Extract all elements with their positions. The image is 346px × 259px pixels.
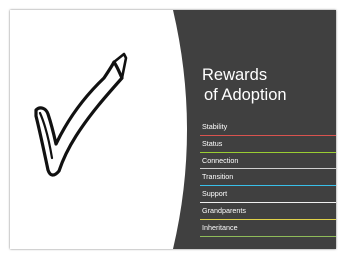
list-item-transition: Transition: [200, 169, 336, 187]
list-item-support: Support: [200, 186, 336, 203]
title-line-1: Rewards: [202, 66, 268, 84]
list-item-grandparents: Grandparents: [200, 203, 336, 220]
slide-title: Rewards of Adoption: [202, 65, 332, 105]
list-item-stability: Stability: [200, 119, 336, 136]
rewards-list: Stability Status Connection Transition S…: [200, 119, 336, 237]
title-line-2: of Adoption: [204, 86, 287, 104]
slide: Rewards of Adoption Stability Status Con…: [10, 10, 336, 249]
list-item-inheritance: Inheritance: [200, 220, 336, 237]
list-item-status: Status: [200, 136, 336, 153]
list-item-connection: Connection: [200, 153, 336, 170]
